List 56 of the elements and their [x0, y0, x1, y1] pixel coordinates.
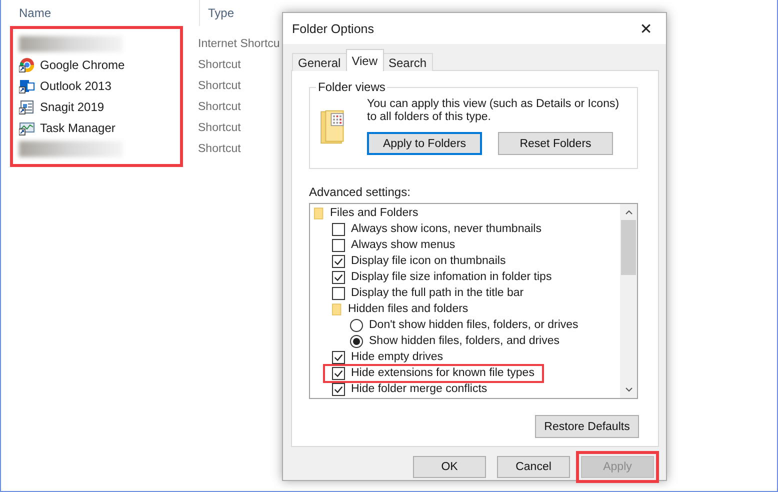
checkbox[interactable]	[332, 254, 345, 268]
checkbox-label[interactable]: Hide empty drives	[351, 351, 444, 363]
scroll-up-icon[interactable]	[624, 208, 634, 216]
tab[interactable]: Search	[382, 53, 433, 71]
document-icon	[19, 98, 35, 114]
checkbox[interactable]	[332, 366, 345, 380]
folder-button[interactable]: Apply to Folders	[367, 132, 482, 155]
checkbox-label[interactable]: Always show menus	[351, 239, 456, 251]
description-text: You can apply this view (such as Details or Icons) to all folders of this type.	[367, 98, 620, 124]
scrollbar[interactable]	[620, 204, 637, 398]
window-title: Folder Options	[292, 22, 374, 36]
file-type: Internet Shortcu	[198, 38, 280, 50]
file-type: Shortcut	[198, 122, 241, 134]
close-button[interactable]: ✕	[626, 13, 666, 44]
group-title: Folder views	[316, 80, 388, 94]
mail-icon	[19, 78, 35, 94]
checkbox[interactable]	[332, 222, 345, 236]
checkbox-label[interactable]: Display file icon on thumbnails	[351, 255, 506, 267]
file-name[interactable]: Google Chrome	[40, 58, 125, 72]
file-name[interactable]: Snagit 2019	[40, 100, 104, 114]
folder-icon	[314, 206, 324, 220]
radio-label[interactable]: Don't show hidden files, folders, or drives	[369, 319, 578, 331]
checkbox[interactable]	[332, 286, 345, 300]
checkbox[interactable]	[332, 270, 345, 284]
radio-button[interactable]	[350, 334, 363, 348]
radio-label[interactable]: Show hidden files, folders, and drives	[369, 335, 560, 347]
file-name[interactable]: Task Manager	[40, 120, 116, 134]
column-header[interactable]: Type	[199, 0, 234, 26]
chrome-icon	[19, 56, 35, 72]
tab[interactable]: View	[346, 49, 384, 71]
dialog-button[interactable]: Cancel	[497, 456, 570, 478]
checkbox-label[interactable]: Hide folder merge conflicts	[351, 383, 488, 395]
checkbox-label[interactable]: Display the full path in the title bar	[351, 287, 524, 299]
restore-defaults-button[interactable]: Restore Defaults	[535, 415, 639, 438]
file-type: Shortcut	[198, 80, 241, 92]
checkbox[interactable]	[332, 350, 345, 364]
tab[interactable]: General	[292, 53, 347, 71]
file-type: Shortcut	[198, 58, 241, 70]
file-name[interactable]: Outlook 2013	[40, 78, 112, 92]
checkbox-label[interactable]: Hide extensions for known file types	[351, 367, 534, 379]
radio-button[interactable]	[350, 318, 363, 332]
checkbox-label[interactable]: Display file size infomation in folder tips	[351, 271, 552, 283]
checkbox[interactable]	[332, 382, 345, 396]
monitor-icon	[19, 120, 35, 136]
tree-folder[interactable]: Files and Folders	[330, 207, 418, 219]
file-type: Shortcut	[198, 100, 241, 112]
scroll-down-icon[interactable]	[624, 386, 634, 394]
tree-folder[interactable]: Hidden files and folders	[348, 303, 468, 315]
column-header[interactable]: Name	[10, 6, 199, 20]
folder-icon	[332, 302, 342, 316]
folder-button[interactable]: Reset Folders	[498, 132, 613, 155]
file-type: Shortcut	[198, 142, 241, 154]
section-label: Advanced settings:	[309, 186, 412, 198]
checkbox-label[interactable]: Always show icons, never thumbnails	[351, 223, 542, 235]
checkbox[interactable]	[332, 238, 345, 252]
dialog-button[interactable]: OK	[413, 456, 486, 478]
